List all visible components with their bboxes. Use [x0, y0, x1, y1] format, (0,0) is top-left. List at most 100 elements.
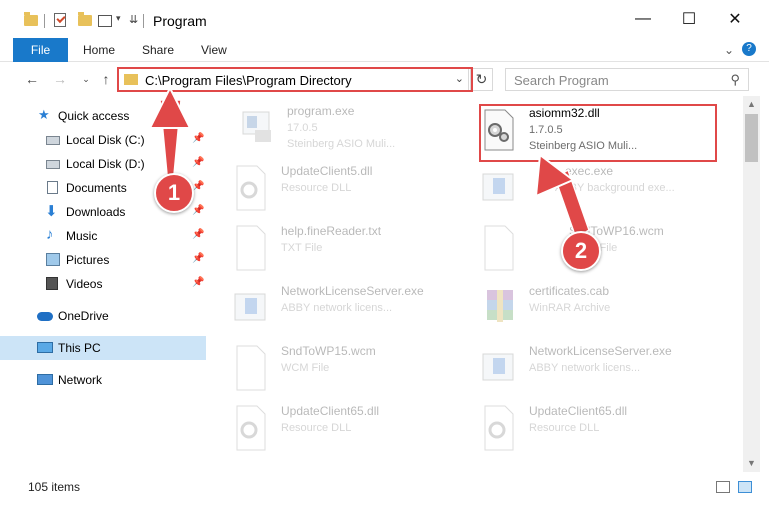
sidebar-item-label: Videos	[66, 277, 103, 291]
maximize-button[interactable]: ☐	[666, 0, 712, 38]
disk-icon	[46, 136, 60, 145]
help-icon[interactable]: ?	[742, 42, 756, 56]
music-icon: ♪	[46, 226, 54, 243]
file-name: NetworkLicenseServer.exe	[529, 344, 672, 358]
dll-gear-icon	[484, 109, 514, 151]
close-button[interactable]: ✕	[712, 0, 758, 38]
sidebar-item-quick-access[interactable]: ★ Quick access	[0, 104, 206, 128]
file-detail: Resource DLL	[281, 182, 352, 194]
file-detail: Resource DLL	[529, 422, 600, 434]
search-icon[interactable]: ⚲	[730, 72, 740, 88]
toolbar-separator	[143, 14, 144, 28]
scroll-up-icon[interactable]: ▲	[743, 96, 760, 113]
txt-icon	[236, 225, 266, 271]
chevron-down-icon[interactable]: ▾	[116, 13, 121, 29]
tab-view[interactable]: View	[201, 38, 227, 62]
recent-locations-button[interactable]: ⌄	[76, 69, 96, 89]
chevron-down-icon[interactable]: ⌄	[455, 72, 464, 85]
file-detail: ABBY background exe...	[555, 182, 675, 194]
pin-icon[interactable]: 📌	[192, 229, 204, 240]
list-item[interactable]: asiomm32.dll 1.7.0.5 Steinberg ASIO Muli…	[479, 104, 709, 162]
pin-icon[interactable]: 📌	[192, 253, 204, 264]
sidebar-item-label: Network	[58, 373, 103, 387]
list-item[interactable]: SndToWP15.wcm WCM File	[231, 342, 461, 400]
list-item[interactable]: UpdateClient65.dll Resource DLL	[231, 402, 461, 460]
title-bar: ▾ ⇊ Program — ☐ ✕	[0, 0, 769, 38]
address-bar[interactable]: C:\Program Files\Program Directory ⌄	[117, 68, 469, 91]
file-name: UpdateClient65.dll	[529, 404, 628, 418]
file-name: NetworkLicenseServer.exe	[281, 284, 424, 298]
forward-button[interactable]: →	[50, 69, 70, 89]
customize-icon[interactable]	[98, 15, 112, 27]
window-title: Program	[153, 13, 207, 29]
file-detail: ABBY network licens...	[281, 302, 393, 314]
sidebar-item-this-pc[interactable]: This PC	[0, 336, 206, 360]
documents-icon	[47, 181, 58, 194]
list-item[interactable]: NetworkLicenseServer.exe ABBY network li…	[479, 342, 709, 400]
exe-icon	[482, 173, 514, 201]
file-detail: Resource DLL	[281, 422, 352, 434]
file-name: program.exe	[287, 104, 355, 118]
quick-access-dropdown-icon[interactable]: ⇊	[129, 13, 138, 29]
list-item[interactable]: NetworkLicenseServer.exe ABBY network li…	[231, 282, 461, 340]
list-item[interactable]: UpdateClient65.dll Resource DLL	[479, 402, 709, 460]
cloud-icon	[37, 312, 53, 321]
file-name: asiomm32.dll	[529, 106, 600, 120]
tab-home[interactable]: Home	[83, 38, 115, 62]
file-icon	[484, 225, 514, 271]
file-detail: Steinberg ASIO Muli...	[529, 140, 638, 152]
list-item[interactable]: certificates.cab WinRAR Archive	[479, 282, 709, 340]
list-item[interactable]: ...exec.exe ABBY background exe...	[479, 162, 709, 220]
new-folder-icon[interactable]	[78, 12, 92, 26]
dll-icon	[484, 405, 514, 451]
pin-icon[interactable]: 📌	[192, 205, 204, 216]
ribbon-tabs: File Home Share View ⌄ ?	[0, 38, 769, 62]
sidebar-item-videos[interactable]: Videos 📌	[0, 272, 206, 296]
file-detail: 1.7.0.5	[529, 124, 563, 136]
sidebar-item-label: Documents	[66, 181, 127, 195]
chevron-down-icon[interactable]: ⌄	[724, 43, 734, 57]
scroll-down-icon[interactable]: ▼	[743, 455, 760, 472]
sidebar-item-label: Local Disk (C:)	[66, 133, 145, 147]
refresh-button[interactable]: ↻	[470, 68, 493, 91]
sidebar-item-local-disk-c[interactable]: Local Disk (C:) 📌	[0, 128, 206, 152]
exe-icon	[242, 111, 271, 142]
minimize-button[interactable]: —	[620, 0, 666, 38]
toolbar-separator	[44, 14, 45, 28]
file-detail: WinRAR Archive	[529, 302, 611, 314]
properties-check-icon[interactable]	[54, 13, 66, 27]
network-icon	[37, 374, 53, 385]
sidebar-item-label: Local Disk (D:)	[66, 157, 145, 171]
sidebar-item-onedrive[interactable]: OneDrive	[0, 304, 206, 328]
videos-icon	[46, 277, 58, 290]
list-item[interactable]: help.fineReader.txt TXT File	[231, 222, 461, 280]
folder-icon	[124, 74, 138, 85]
tab-share[interactable]: Share	[142, 38, 174, 62]
file-name: certificates.cab	[529, 284, 610, 298]
back-button[interactable]: ←	[22, 69, 42, 89]
details-view-icon[interactable]	[716, 481, 730, 493]
scrollbar-thumb[interactable]	[745, 114, 758, 162]
large-icons-view-icon[interactable]	[738, 481, 752, 493]
sidebar-item-network[interactable]: Network	[0, 368, 206, 392]
address-path: C:\Program Files\Program Directory	[145, 73, 352, 88]
pin-icon[interactable]: 📌	[192, 277, 204, 288]
file-detail: ABBY network licens...	[529, 362, 641, 374]
sidebar-item-label: This PC	[58, 341, 101, 355]
file-name: UpdateClient5.dll	[281, 164, 373, 178]
list-item[interactable]: UpdateClient5.dll Resource DLL	[231, 162, 461, 220]
winrar-icon	[487, 290, 513, 322]
pin-icon[interactable]: 📌	[192, 133, 204, 144]
sidebar-item-pictures[interactable]: Pictures 📌	[0, 248, 206, 272]
tab-file[interactable]: File	[13, 38, 68, 62]
sidebar-item-music[interactable]: ♪ Music 📌	[0, 224, 206, 248]
file-name: help.fineReader.txt	[281, 224, 382, 238]
search-input[interactable]: Search Program ⚲	[505, 68, 749, 91]
list-item[interactable]: program.exe 17.0.5 Steinberg ASIO Muli..…	[237, 102, 467, 160]
pin-icon[interactable]: 📌	[192, 157, 204, 168]
up-button[interactable]: ↑	[96, 69, 116, 89]
vertical-scrollbar[interactable]: ▲ ▼	[743, 96, 760, 472]
file-detail: TXT File	[281, 242, 323, 254]
file-detail: 17.0.5	[287, 122, 318, 134]
step-badge-1: 1	[154, 173, 194, 213]
